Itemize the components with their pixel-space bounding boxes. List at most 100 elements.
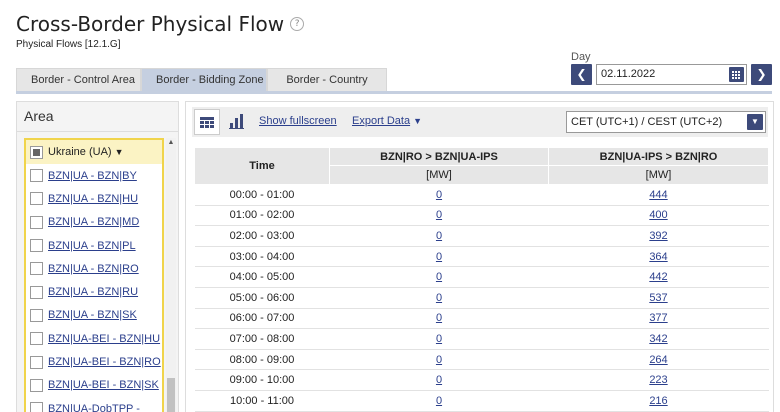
export-data-link[interactable]: Export Data ▼ xyxy=(352,115,422,127)
value-link[interactable]: 223 xyxy=(649,374,667,386)
area-scrollbar[interactable]: ▲ xyxy=(166,138,176,412)
area-item-link[interactable]: BZN|UA - BZN|PL xyxy=(48,240,136,252)
area-item[interactable]: BZN|UA-BEI - BZN|HU xyxy=(26,327,162,350)
timezone-select[interactable]: CET (UTC+1) / CEST (UTC+2) ▼ xyxy=(566,111,766,133)
value-link[interactable]: 0 xyxy=(436,189,442,201)
area-item-link[interactable]: BZN|UA-BEI - BZN|RO xyxy=(48,356,161,368)
time-cell: 02:00 - 03:00 xyxy=(194,225,330,247)
tab-border-control-area[interactable]: Border - Control Area xyxy=(16,68,141,91)
value-link[interactable]: 400 xyxy=(649,209,667,221)
area-checkbox[interactable] xyxy=(30,285,43,299)
area-item[interactable]: BZN|UA-DobTPP - xyxy=(26,397,162,412)
value-link[interactable]: 0 xyxy=(436,395,442,407)
table-row: 07:00 - 08:00 0 342 xyxy=(194,328,769,350)
area-item-link[interactable]: BZN|UA - BZN|RO xyxy=(48,263,139,275)
area-item-link[interactable]: BZN|UA-BEI - BZN|HU xyxy=(48,333,160,345)
table-view-icon[interactable] xyxy=(194,109,220,135)
table-row: 05:00 - 06:00 0 537 xyxy=(194,287,769,309)
value-link[interactable]: 377 xyxy=(649,312,667,324)
area-checkbox[interactable] xyxy=(30,169,43,183)
area-group-ukraine[interactable]: Ukraine (UA) ▼ xyxy=(26,140,162,164)
scroll-thumb[interactable] xyxy=(167,378,175,412)
area-item[interactable]: BZN|UA - BZN|PL xyxy=(26,234,162,257)
value-link[interactable]: 0 xyxy=(436,271,442,283)
value-link[interactable]: 364 xyxy=(649,251,667,263)
area-item[interactable]: BZN|UA-BEI - BZN|SK xyxy=(26,374,162,397)
previous-day-button[interactable]: ❮ xyxy=(571,64,592,85)
area-checkbox[interactable] xyxy=(30,332,43,346)
area-checkbox[interactable] xyxy=(30,215,43,229)
area-item-link[interactable]: BZN|UA - BZN|SK xyxy=(48,309,137,321)
value-link[interactable]: 0 xyxy=(436,374,442,386)
area-item-link[interactable]: BZN|UA - BZN|BY xyxy=(48,170,137,182)
area-checkbox[interactable] xyxy=(30,402,43,412)
help-icon[interactable]: ? xyxy=(290,16,305,31)
value-link[interactable]: 537 xyxy=(649,292,667,304)
unit-header: [MW] xyxy=(329,165,549,185)
value-link[interactable]: 0 xyxy=(436,333,442,345)
value-link[interactable]: 0 xyxy=(436,292,442,304)
tab-border-bidding-zone[interactable]: Border - Bidding Zone xyxy=(141,68,267,91)
main-panel: Show fullscreen Export Data ▼ CET (UTC+1)… xyxy=(185,101,774,412)
area-item[interactable]: BZN|UA-BEI - BZN|RO xyxy=(26,350,162,373)
day-label: Day xyxy=(571,51,591,63)
timezone-value: CET (UTC+1) / CEST (UTC+2) xyxy=(571,116,723,128)
chart-view-icon[interactable] xyxy=(223,109,249,135)
calendar-icon[interactable] xyxy=(729,67,744,82)
area-item[interactable]: BZN|UA - BZN|MD xyxy=(26,211,162,234)
value-link[interactable]: 444 xyxy=(649,189,667,201)
value-link[interactable]: 342 xyxy=(649,333,667,345)
value-link[interactable]: 216 xyxy=(649,395,667,407)
area-checkbox[interactable] xyxy=(30,262,43,276)
value-link[interactable]: 442 xyxy=(649,271,667,283)
area-item[interactable]: BZN|UA - BZN|SK xyxy=(26,304,162,327)
date-field[interactable]: 02.11.2022 xyxy=(596,64,747,85)
area-checkbox[interactable] xyxy=(30,308,43,322)
area-title: Area xyxy=(24,108,54,124)
next-day-button[interactable]: ❯ xyxy=(751,64,772,85)
table-row: 10:00 - 11:00 0 216 xyxy=(194,390,769,412)
area-checkbox[interactable] xyxy=(30,355,43,369)
column-header-ro-to-ua: BZN|RO > BZN|UA-IPS xyxy=(329,147,549,166)
time-cell: 03:00 - 04:00 xyxy=(194,246,330,268)
area-item[interactable]: BZN|UA - BZN|BY xyxy=(26,164,162,187)
time-cell: 07:00 - 08:00 xyxy=(194,328,330,350)
tab-border-country[interactable]: Border - Country xyxy=(267,68,387,91)
area-item[interactable]: BZN|UA - BZN|RO xyxy=(26,257,162,280)
value-link[interactable]: 392 xyxy=(649,230,667,242)
area-item-link[interactable]: BZN|UA - BZN|HU xyxy=(48,193,138,205)
area-item[interactable]: BZN|UA - BZN|HU xyxy=(26,187,162,210)
page-subtitle: Physical Flows [12.1.G] xyxy=(16,39,121,50)
table-row: 01:00 - 02:00 0 400 xyxy=(194,205,769,227)
value-link[interactable]: 0 xyxy=(436,209,442,221)
area-group-label: Ukraine (UA) xyxy=(48,146,112,158)
time-cell: 01:00 - 02:00 xyxy=(194,205,330,227)
group-checkbox[interactable] xyxy=(30,145,43,159)
page: Cross-Border Physical Flow? Physical Flo… xyxy=(0,0,780,412)
show-fullscreen-link[interactable]: Show fullscreen xyxy=(259,115,337,127)
table-row: 03:00 - 04:00 0 364 xyxy=(194,246,769,268)
value-link[interactable]: 0 xyxy=(436,354,442,366)
area-item-link[interactable]: BZN|UA - BZN|MD xyxy=(48,216,139,228)
value-link[interactable]: 0 xyxy=(436,230,442,242)
value-link[interactable]: 0 xyxy=(436,312,442,324)
area-item-link[interactable]: BZN|UA - BZN|RU xyxy=(48,286,138,298)
value-link[interactable]: 264 xyxy=(649,354,667,366)
chevron-down-icon[interactable]: ▼ xyxy=(747,114,763,130)
area-checkbox[interactable] xyxy=(30,378,43,392)
area-checkbox[interactable] xyxy=(30,192,43,206)
time-cell: 00:00 - 01:00 xyxy=(194,184,330,206)
table-row: 04:00 - 05:00 0 442 xyxy=(194,266,769,288)
time-cell: 08:00 - 09:00 xyxy=(194,349,330,371)
chevron-down-icon[interactable]: ▼ xyxy=(115,147,124,157)
value-link[interactable]: 0 xyxy=(436,251,442,263)
table-row: 09:00 - 10:00 0 223 xyxy=(194,369,769,391)
toolbar: Show fullscreen Export Data ▼ CET (UTC+1)… xyxy=(192,107,768,137)
area-item[interactable]: BZN|UA - BZN|RU xyxy=(26,280,162,303)
area-checkbox[interactable] xyxy=(30,239,43,253)
scroll-up-icon[interactable]: ▲ xyxy=(166,138,176,148)
area-item-link[interactable]: BZN|UA-DobTPP - xyxy=(48,403,140,412)
unit-header: [MW] xyxy=(548,165,769,185)
area-item-link[interactable]: BZN|UA-BEI - BZN|SK xyxy=(48,379,159,391)
tab-underline xyxy=(16,91,772,94)
